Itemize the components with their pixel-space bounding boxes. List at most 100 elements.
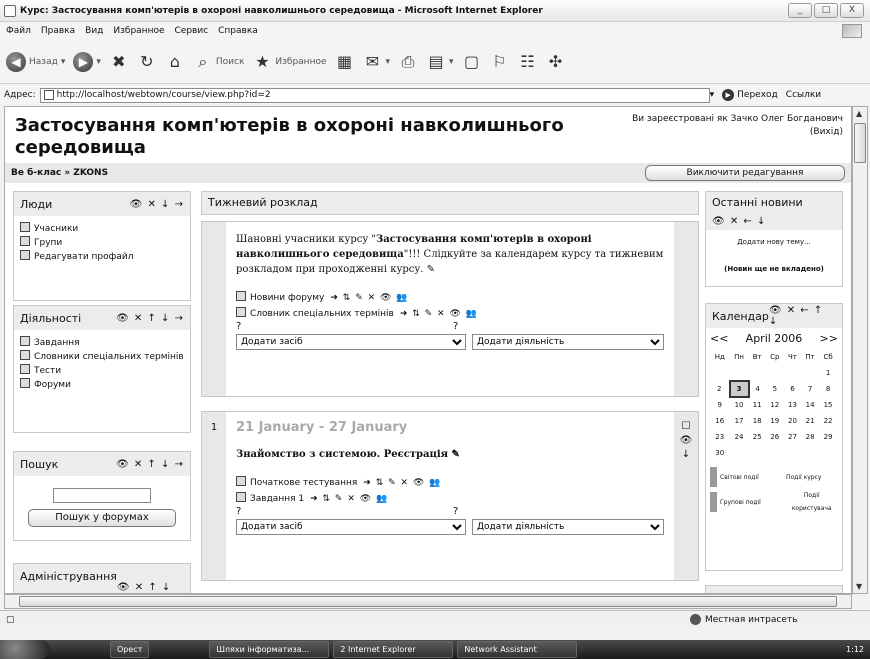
minimize-button[interactable]: _ bbox=[788, 3, 812, 18]
activity-item-forums[interactable]: Форуми bbox=[20, 378, 184, 392]
calendar-day[interactable]: 25 bbox=[749, 429, 766, 445]
stop-button[interactable]: ✖ bbox=[109, 52, 129, 72]
back-button[interactable]: ◀ Назад ▾ bbox=[6, 51, 65, 72]
print-button[interactable]: ⎙ bbox=[398, 52, 418, 72]
calendar-day[interactable]: 20 bbox=[784, 413, 801, 429]
calendar-day[interactable]: 2 bbox=[710, 381, 730, 397]
calendar-day[interactable]: 22 bbox=[819, 413, 837, 429]
mail-button[interactable]: ✉ ▾ bbox=[363, 52, 390, 72]
edit-page-button[interactable]: ▤ ▾ bbox=[426, 52, 453, 72]
calendar-day[interactable]: 12 bbox=[766, 397, 784, 413]
calendar-day[interactable]: 27 bbox=[784, 429, 801, 445]
calendar-day[interactable]: 23 bbox=[710, 429, 730, 445]
block-controls-icon[interactable]: 👁 ✕ ↑ ↓ → bbox=[116, 313, 184, 324]
breadcrumb-text[interactable]: Ве б-клас » ZKONS bbox=[11, 168, 108, 178]
calendar-day[interactable]: 30 bbox=[710, 445, 730, 461]
scrollbar-thumb[interactable] bbox=[19, 596, 837, 607]
menu-favorites[interactable]: Избранное bbox=[113, 26, 164, 36]
scrollbar-thumb[interactable] bbox=[854, 123, 866, 163]
activity-edit-icons[interactable]: ➜ ⇅ ✎ ✕ 👁 👥 bbox=[330, 293, 408, 303]
links-button[interactable]: Ссылки bbox=[786, 90, 821, 100]
add-news-link[interactable]: Додати нову тему... bbox=[712, 236, 836, 249]
scroll-up-icon[interactable]: ▲ bbox=[856, 109, 862, 118]
add-activity-select[interactable]: Додати діяльність bbox=[472, 519, 664, 535]
help-icon[interactable]: ? bbox=[453, 321, 664, 332]
calendar-day[interactable]: 24 bbox=[730, 429, 749, 445]
calendar-day[interactable]: 26 bbox=[766, 429, 784, 445]
calendar-prev-month[interactable]: << bbox=[710, 332, 728, 345]
calendar-day[interactable]: 11 bbox=[749, 397, 766, 413]
calendar-day[interactable]: 14 bbox=[801, 397, 819, 413]
people-item-profile[interactable]: Редагувати профайл bbox=[20, 250, 184, 264]
menu-view[interactable]: Вид bbox=[85, 26, 103, 36]
home-button[interactable]: ⌂ bbox=[165, 52, 185, 72]
start-button[interactable] bbox=[0, 640, 50, 659]
help-icon[interactable]: ? bbox=[453, 506, 664, 517]
legend-course[interactable]: Події курсу bbox=[776, 467, 838, 487]
activity-edit-icons[interactable]: ➜ ⇅ ✎ ✕ 👁 👥 bbox=[400, 309, 478, 319]
taskbar-item-orest[interactable]: Орест bbox=[110, 641, 150, 658]
calendar-day[interactable]: 16 bbox=[710, 413, 730, 429]
turn-editing-off-button[interactable]: Виключити редагування bbox=[645, 165, 845, 181]
menu-help[interactable]: Справка bbox=[218, 26, 258, 36]
search-button[interactable]: ⌕ Поиск bbox=[193, 52, 244, 72]
discuss-button[interactable]: ▢ bbox=[462, 52, 482, 72]
activity-edit-icons[interactable]: ➜ ⇅ ✎ ✕ 👁 👥 bbox=[363, 478, 441, 488]
vertical-scrollbar[interactable]: ▲ ▼ bbox=[852, 106, 868, 594]
legend-global[interactable]: Світові події bbox=[710, 467, 772, 487]
add-resource-select[interactable]: Додати засіб bbox=[236, 334, 466, 350]
maximize-button[interactable]: □ bbox=[814, 3, 838, 18]
calendar-day[interactable]: 3 bbox=[728, 380, 750, 398]
people-item-participants[interactable]: Учасники bbox=[20, 222, 184, 236]
calendar-day[interactable]: 18 bbox=[749, 413, 766, 429]
forum-search-input[interactable] bbox=[53, 488, 151, 503]
block-controls-icon[interactable]: 👁 ✕ ← ↓ bbox=[712, 216, 766, 227]
activity-item-glossaries[interactable]: Словники спеціальних термінів bbox=[20, 350, 184, 364]
taskbar-item-ie[interactable]: 2 Internet Explorer bbox=[333, 641, 454, 658]
refresh-button[interactable]: ↻ bbox=[137, 52, 157, 72]
calendar-day[interactable]: 10 bbox=[730, 397, 749, 413]
go-button[interactable]: ▶ Переход bbox=[722, 89, 778, 101]
forum-search-button[interactable]: Пошук у форумах bbox=[28, 509, 176, 527]
activity-glossary[interactable]: Словник спеціальних термінів ➜ ⇅ ✎ ✕ 👁 👥 bbox=[236, 307, 664, 319]
activity-item-quizzes[interactable]: Тести bbox=[20, 364, 184, 378]
calendar-day[interactable]: 29 bbox=[819, 429, 837, 445]
forward-button[interactable]: ▶ ▾ bbox=[73, 51, 101, 72]
tools-button[interactable]: ✣ bbox=[546, 52, 566, 72]
legend-user[interactable]: Події користувача bbox=[776, 489, 838, 515]
horizontal-scrollbar[interactable] bbox=[4, 594, 852, 609]
calendar-day[interactable]: 13 bbox=[784, 397, 801, 413]
history-button[interactable]: ▦ bbox=[335, 52, 355, 72]
taskbar-item-network[interactable]: Network Assistant bbox=[457, 641, 578, 658]
calendar-day[interactable]: 17 bbox=[730, 413, 749, 429]
activity-edit-icons[interactable]: ➜ ⇅ ✎ ✕ 👁 👥 bbox=[310, 494, 388, 504]
people-item-groups[interactable]: Групи bbox=[20, 236, 184, 250]
calendar-day[interactable]: 19 bbox=[766, 413, 784, 429]
calendar-day[interactable]: 4 bbox=[749, 381, 766, 397]
block-controls-icon[interactable]: 👁 ✕ ↑ ↓ → bbox=[116, 459, 184, 470]
move-down-icon[interactable]: ↓ bbox=[674, 448, 698, 462]
block-controls-icon[interactable]: 👁 ✕ ← ↑ ↓ bbox=[769, 305, 836, 327]
calendar-day[interactable]: 1 bbox=[819, 365, 837, 381]
taskbar-item-doc[interactable]: Шляхи інформатиза... bbox=[209, 641, 330, 658]
address-input[interactable]: http://localhost/webtown/course/view.php… bbox=[39, 87, 710, 103]
calendar-day[interactable]: 15 bbox=[819, 397, 837, 413]
calendar-day[interactable]: 6 bbox=[784, 381, 801, 397]
menu-tools[interactable]: Сервис bbox=[175, 26, 209, 36]
menu-file[interactable]: Файл bbox=[6, 26, 31, 36]
add-resource-select[interactable]: Додати засіб bbox=[236, 519, 466, 535]
activity-item-assignments[interactable]: Завдання bbox=[20, 336, 184, 350]
activity-news-forum[interactable]: Новини форуму ➜ ⇅ ✎ ✕ 👁 👥 bbox=[236, 291, 664, 303]
legend-group[interactable]: Групові події bbox=[710, 489, 772, 515]
messenger-button[interactable]: ☷ bbox=[518, 52, 538, 72]
calendar-day[interactable]: 28 bbox=[801, 429, 819, 445]
scroll-down-icon[interactable]: ▼ bbox=[856, 582, 862, 591]
activity-initial-test[interactable]: Початкове тестування ➜ ⇅ ✎ ✕ 👁 👥 bbox=[236, 476, 664, 488]
calendar-next-month[interactable]: >> bbox=[820, 332, 838, 345]
calendar-day[interactable]: 7 bbox=[801, 381, 819, 397]
help-icon[interactable]: ? bbox=[236, 321, 447, 332]
address-dropdown-icon[interactable]: ▾ bbox=[710, 90, 715, 100]
add-activity-select[interactable]: Додати діяльність bbox=[472, 334, 664, 350]
favorites-button[interactable]: ★ Избранное bbox=[252, 52, 326, 72]
close-button[interactable]: X bbox=[840, 3, 864, 18]
